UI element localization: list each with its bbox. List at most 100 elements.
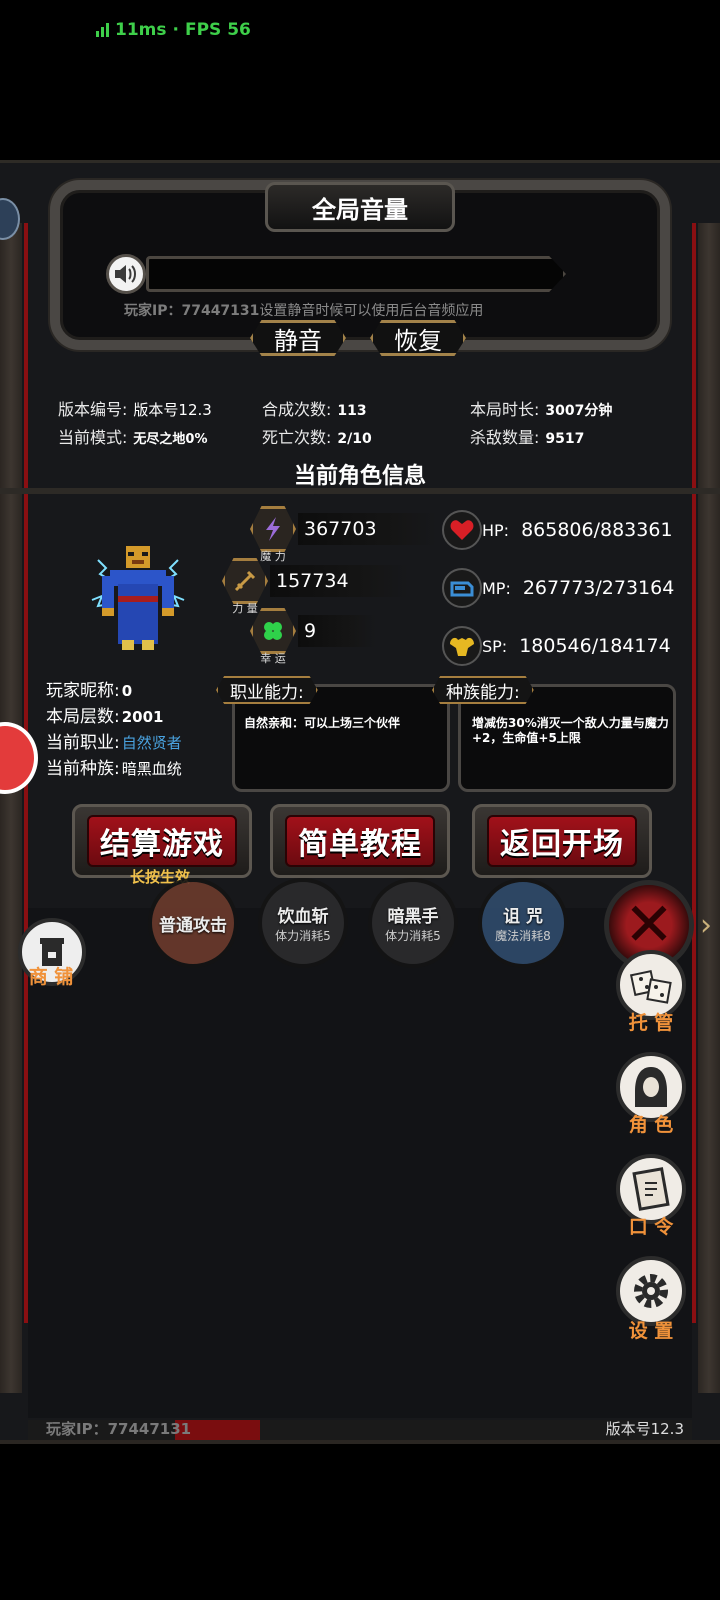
stat-death-key: 死亡次数: xyxy=(262,428,332,447)
chevron-right-icon[interactable]: › xyxy=(700,908,714,948)
player-race: 当前种族: 暗黑血统 xyxy=(46,754,182,779)
stat-version-value: 版本号12.3 xyxy=(133,401,212,419)
vital-hp: HP: 865806/883361 xyxy=(442,510,673,550)
tutorial-label: 简单教程 xyxy=(285,815,435,867)
speaker-icon[interactable] xyxy=(106,254,146,294)
player-job-key: 当前职业: xyxy=(46,733,120,753)
attr-magic-value: 367703 xyxy=(298,513,437,545)
stat-time-key: 本局时长: xyxy=(470,400,540,419)
stat-mode-key: 当前模式: xyxy=(58,428,128,447)
frame-bottom-border xyxy=(0,1440,720,1444)
sp-value: 180546/184174 xyxy=(519,635,671,657)
hp-value: 865806/883361 xyxy=(521,519,673,541)
attr-luck: 9 幸 运 xyxy=(250,608,377,665)
skill-blood-slash-name: 饮血斩 xyxy=(277,907,329,927)
settle-game-label: 结算游戏 xyxy=(87,815,237,867)
ip-overlay-text: 玩家IP：77447131 xyxy=(124,303,260,319)
skill-dark-hand-name: 暗黑手 xyxy=(387,907,439,927)
stat-craft-key: 合成次数: xyxy=(262,400,332,419)
network-status: 11ms · FPS 56 xyxy=(96,20,251,40)
attr-strength: 157734 力 量 xyxy=(222,558,409,615)
volume-title: 全局音量 xyxy=(265,182,455,232)
player-nickname-key: 玩家昵称: xyxy=(46,681,120,701)
job-ability-tag: 职业能力: xyxy=(216,676,318,704)
player-floor-value: 2001 xyxy=(121,708,164,726)
game-screen: 11ms · FPS 56 全局音量 玩家IP：77447131设置静音时候可以… xyxy=(0,0,720,1600)
footer-version: 版本号12.3 xyxy=(605,1420,684,1438)
stat-kill: 杀敌数量: 9517 xyxy=(470,424,584,448)
sword-icon xyxy=(222,558,268,604)
hp-label: HP: xyxy=(482,520,510,540)
stat-craft: 合成次数: 113 xyxy=(262,396,367,420)
muscle-icon xyxy=(442,626,482,666)
back-to-start-button[interactable]: 返回开场 xyxy=(472,804,652,878)
signal-icon xyxy=(96,23,109,37)
heart-icon xyxy=(442,510,482,550)
stat-mode: 当前模式: 无尽之地0% xyxy=(58,424,207,448)
role-label: 角 色 xyxy=(628,1114,674,1136)
status-separator: · xyxy=(172,20,179,40)
shop-label: 商 铺 xyxy=(28,966,74,988)
frame-right-redline xyxy=(692,223,696,1323)
frame-left-border xyxy=(0,223,22,1393)
player-job: 当前职业: 自然贤者 xyxy=(46,728,182,753)
race-ability-text-line1: 增减伤30%消灭一个敌人力量与魔力 xyxy=(472,716,669,730)
stat-time: 本局时长: 3007分钟 xyxy=(470,396,612,420)
sp-label: SP: xyxy=(482,636,508,656)
mute-button[interactable]: 静音 xyxy=(250,320,346,356)
vital-sp: SP: 180546/184174 xyxy=(442,626,671,666)
skill-normal-attack-name: 普通攻击 xyxy=(159,915,227,936)
player-race-value: 暗黑血统 xyxy=(121,760,182,778)
restore-button[interactable]: 恢复 xyxy=(370,320,466,356)
volume-hint: 玩家IP：77447131设置静音时候可以使用后台音频应用 xyxy=(124,300,483,320)
stat-kill-key: 杀敌数量: xyxy=(470,428,540,447)
stat-death: 死亡次数: 2/10 xyxy=(262,424,372,448)
stat-version-key: 版本编号: xyxy=(58,400,128,419)
race-ability-tag: 种族能力: xyxy=(432,676,534,704)
fps-text: FPS 56 xyxy=(184,20,251,40)
skill-curse[interactable]: 诅 咒 魔法消耗8 xyxy=(478,878,568,968)
vital-mp: MP: 267773/273164 xyxy=(442,568,674,608)
mana-icon xyxy=(442,568,482,608)
section-title: 当前角色信息 xyxy=(293,464,426,489)
player-floor: 本局层数: 2001 xyxy=(46,702,163,727)
player-job-value: 自然贤者 xyxy=(121,734,182,752)
stat-craft-value: 113 xyxy=(337,403,367,419)
attr-luck-caption: 幸 运 xyxy=(260,652,286,665)
skill-dark-hand-cost: 体力消耗5 xyxy=(385,929,441,943)
back-to-start-label: 返回开场 xyxy=(487,815,637,867)
player-nickname-value: 0 xyxy=(121,682,133,700)
footer-ip: 玩家IP：77447131 xyxy=(46,1420,192,1438)
mp-label: MP: xyxy=(482,578,511,598)
stat-mode-value: 无尽之地0% xyxy=(133,432,208,447)
volume-slider[interactable] xyxy=(146,256,566,292)
attr-luck-value: 9 xyxy=(298,615,377,647)
race-ability-text-line2: +2，生命值+5上限 xyxy=(472,731,581,745)
skill-curse-name: 诅 咒 xyxy=(503,907,543,927)
frame-right-border xyxy=(698,223,720,1393)
attr-strength-value: 157734 xyxy=(270,565,409,597)
lightning-icon xyxy=(250,506,296,552)
skill-dark-hand[interactable]: 暗黑手 体力消耗5 xyxy=(368,878,458,968)
mp-value: 267773/273164 xyxy=(522,577,675,599)
tutorial-button[interactable]: 简单教程 xyxy=(270,804,450,878)
code-label: 口 令 xyxy=(628,1216,674,1238)
stat-kill-value: 9517 xyxy=(545,431,585,447)
player-floor-key: 本局层数: xyxy=(46,707,120,727)
player-race-key: 当前种族: xyxy=(46,759,120,779)
volume-hint-text: 设置静音时候可以使用后台音频应用 xyxy=(259,303,484,319)
clover-icon xyxy=(250,608,296,654)
stat-death-value: 2/10 xyxy=(337,431,372,447)
stat-time-value: 3007分钟 xyxy=(545,403,613,419)
ping-text: 11ms xyxy=(115,20,167,40)
skill-blood-slash-cost: 体力消耗5 xyxy=(275,929,331,943)
settings-label: 设 置 xyxy=(628,1320,674,1342)
skill-normal-attack[interactable]: 普通攻击 xyxy=(148,878,238,968)
auto-label: 托 管 xyxy=(628,1012,674,1034)
player-nickname: 玩家昵称: 0 xyxy=(46,676,132,701)
stat-version: 版本编号: 版本号12.3 xyxy=(58,396,212,420)
job-ability-text: 自然亲和：可以上场三个伙伴 xyxy=(244,716,401,730)
character-sprite xyxy=(91,546,185,650)
battle-area xyxy=(28,908,692,1418)
skill-blood-slash[interactable]: 饮血斩 体力消耗5 xyxy=(258,878,348,968)
